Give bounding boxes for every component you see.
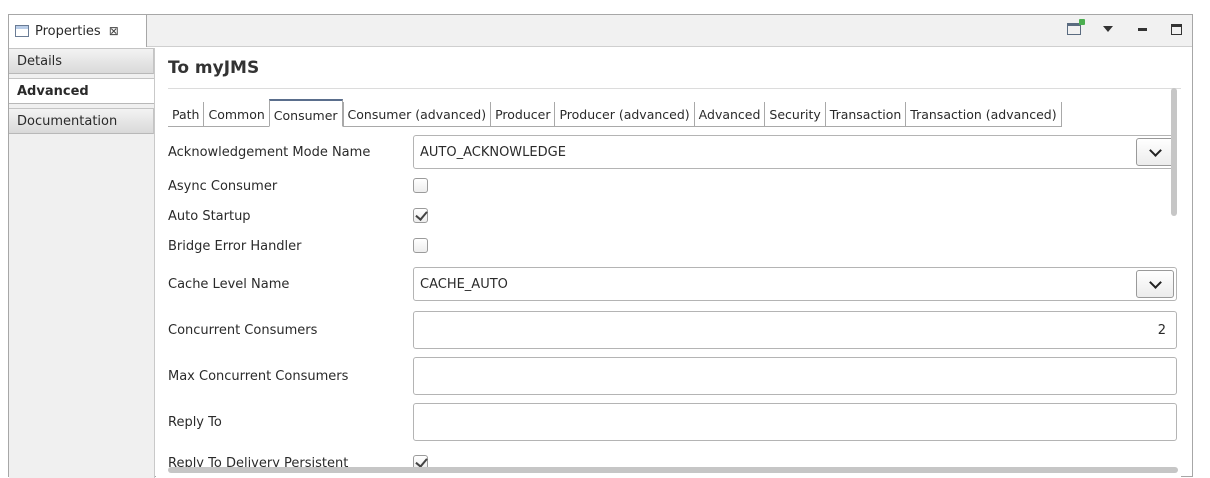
- tab-security[interactable]: Security: [764, 102, 825, 126]
- chevron-down-icon: [1148, 275, 1162, 289]
- concurrent-value: 2: [1157, 322, 1166, 338]
- concurrent-row: Concurrent Consumers 2: [168, 311, 1178, 349]
- tab-transaction[interactable]: Transaction: [824, 102, 906, 126]
- bridge-error-checkbox[interactable]: [413, 238, 428, 253]
- concurrent-consumers-input[interactable]: 2: [413, 311, 1177, 349]
- section-tabs: Details Advanced Documentation: [9, 48, 155, 478]
- async-consumer-checkbox[interactable]: [413, 178, 428, 193]
- view-titlebar: Properties ⊠: [9, 15, 1192, 47]
- properties-icon: [15, 25, 29, 37]
- tab-advanced[interactable]: Advanced: [693, 102, 765, 126]
- section-tab-label: Advanced: [17, 83, 89, 99]
- tab-producer-advanced[interactable]: Producer (advanced): [554, 102, 694, 126]
- section-tab-documentation[interactable]: Documentation: [9, 108, 154, 134]
- vertical-scrollbar[interactable]: [1171, 88, 1177, 216]
- reply-to-input[interactable]: [413, 403, 1177, 441]
- section-tab-label: Documentation: [17, 113, 118, 129]
- cache-level-row: Cache Level Name CACHE_AUTO: [168, 267, 1178, 301]
- minimize-icon[interactable]: [1134, 21, 1150, 37]
- page-title: To myJMS: [168, 58, 260, 78]
- max-concurrent-row: Max Concurrent Consumers: [168, 357, 1178, 395]
- view-menu-icon[interactable]: [1100, 21, 1116, 37]
- properties-view-tab[interactable]: Properties ⊠: [9, 15, 147, 47]
- properties-view: Properties ⊠ Details Advanced Documentat…: [8, 14, 1193, 478]
- cache-level-select[interactable]: CACHE_AUTO: [413, 267, 1177, 301]
- property-tabs: Path Common Consumer Consumer (advanced)…: [168, 99, 1062, 127]
- ack-mode-row: Acknowledgement Mode Name AUTO_ACKNOWLED…: [168, 135, 1178, 169]
- view-tab-label: Properties: [35, 23, 101, 39]
- close-icon[interactable]: ⊠: [109, 24, 119, 38]
- auto-startup-row: Auto Startup: [168, 206, 1178, 226]
- horizontal-scrollbar[interactable]: [168, 467, 1178, 473]
- title-divider: [168, 88, 1181, 89]
- maximize-icon[interactable]: [1168, 21, 1184, 37]
- async-consumer-row: Async Consumer: [168, 176, 1178, 196]
- auto-startup-checkbox[interactable]: [413, 208, 428, 223]
- tab-transaction-advanced[interactable]: Transaction (advanced): [905, 102, 1062, 126]
- reply-to-row: Reply To: [168, 403, 1178, 441]
- tab-consumer-advanced[interactable]: Consumer (advanced): [342, 102, 491, 126]
- tab-consumer[interactable]: Consumer: [268, 99, 343, 127]
- tab-path[interactable]: Path: [168, 102, 204, 126]
- chevron-down-icon: [1148, 143, 1162, 157]
- max-concurrent-input[interactable]: [413, 357, 1177, 395]
- reply-persistent-row: Reply To Delivery Persistent: [168, 453, 1178, 468]
- ack-mode-value: AUTO_ACKNOWLEDGE: [420, 144, 566, 160]
- ack-mode-select[interactable]: AUTO_ACKNOWLEDGE: [413, 135, 1177, 169]
- section-tab-details[interactable]: Details: [9, 48, 154, 74]
- bridge-error-row: Bridge Error Handler: [168, 236, 1178, 256]
- ack-mode-dropdown-button[interactable]: [1136, 138, 1174, 166]
- concurrent-label: Concurrent Consumers: [168, 322, 318, 338]
- section-tab-label: Details: [17, 53, 63, 69]
- ack-mode-label: Acknowledgement Mode Name: [168, 144, 371, 160]
- reply-to-label: Reply To: [168, 414, 222, 430]
- tab-common[interactable]: Common: [203, 102, 269, 126]
- cache-level-dropdown-button[interactable]: [1136, 270, 1174, 298]
- cache-level-value: CACHE_AUTO: [420, 276, 508, 292]
- pin-to-view-icon[interactable]: [1066, 19, 1085, 37]
- properties-content: To myJMS Path Common Consumer Consumer (…: [156, 48, 1181, 478]
- section-tab-advanced[interactable]: Advanced: [9, 78, 154, 104]
- tab-producer[interactable]: Producer: [490, 102, 555, 126]
- auto-startup-label: Auto Startup: [168, 208, 251, 224]
- max-concurrent-label: Max Concurrent Consumers: [168, 368, 349, 384]
- bridge-error-label: Bridge Error Handler: [168, 238, 302, 254]
- async-consumer-label: Async Consumer: [168, 178, 278, 194]
- cache-level-label: Cache Level Name: [168, 276, 290, 292]
- view-toolbar: [1066, 19, 1184, 37]
